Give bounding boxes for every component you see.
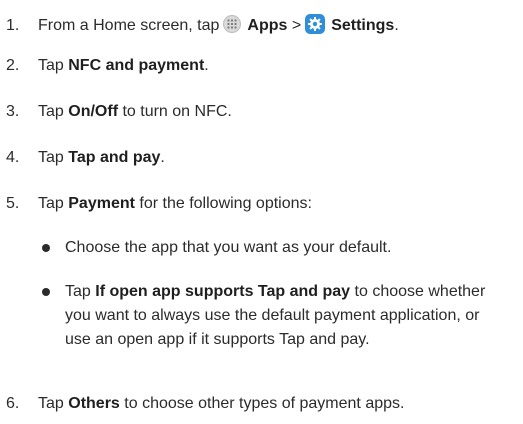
others-label: Others (68, 395, 120, 412)
bullet-text: Tap If open app supports Tap and pay to … (65, 283, 486, 348)
step-number: 2. (6, 57, 20, 74)
bullet-dot (42, 288, 50, 296)
step-text: From a Home screen, tap Apps > Settings. (38, 10, 399, 36)
step-4: 4. Tap Tap and pay. (6, 148, 165, 168)
step-2: 2. Tap NFC and payment. (6, 56, 209, 76)
settings-label: Settings (331, 17, 395, 34)
step-number: 1. (6, 17, 20, 34)
instructions-document: 1. From a Home screen, tap Apps > Settings… (0, 0, 523, 424)
step-text: Tap NFC and payment. (38, 57, 209, 74)
bullet-dot (42, 244, 50, 252)
step-number: 3. (6, 103, 20, 120)
step-5: 5. Tap Payment for the following options… (6, 194, 312, 214)
apps-label: Apps (247, 17, 288, 34)
step-text: Tap Others to choose other types of paym… (38, 395, 405, 412)
step-number: 4. (6, 149, 20, 166)
step-6: 6. Tap Others to choose other types of p… (6, 394, 404, 414)
step-text: Tap Payment for the following options: (38, 195, 312, 212)
if-open-app-supports-label: If open app supports Tap and pay (95, 283, 351, 300)
on-off-label: On/Off (68, 103, 119, 120)
gear-icon (305, 14, 326, 34)
payment-label: Payment (68, 195, 135, 212)
step-text: Tap Tap and pay. (38, 149, 165, 166)
bullet-text: Choose the app that you want as your def… (65, 239, 392, 256)
step-3: 3. Tap On/Off to turn on NFC. (6, 102, 232, 122)
tap-and-pay-label: Tap and pay (68, 149, 161, 166)
nfc-and-payment-label: NFC and payment (68, 57, 205, 74)
step-number: 5. (6, 195, 20, 212)
breadcrumb-separator: > (291, 17, 302, 34)
apps-grid-icon (223, 15, 242, 33)
step-text: Tap On/Off to turn on NFC. (38, 103, 232, 120)
step-number: 6. (6, 395, 20, 412)
step-1: 1. From a Home screen, tap Apps > Settings… (6, 10, 399, 36)
